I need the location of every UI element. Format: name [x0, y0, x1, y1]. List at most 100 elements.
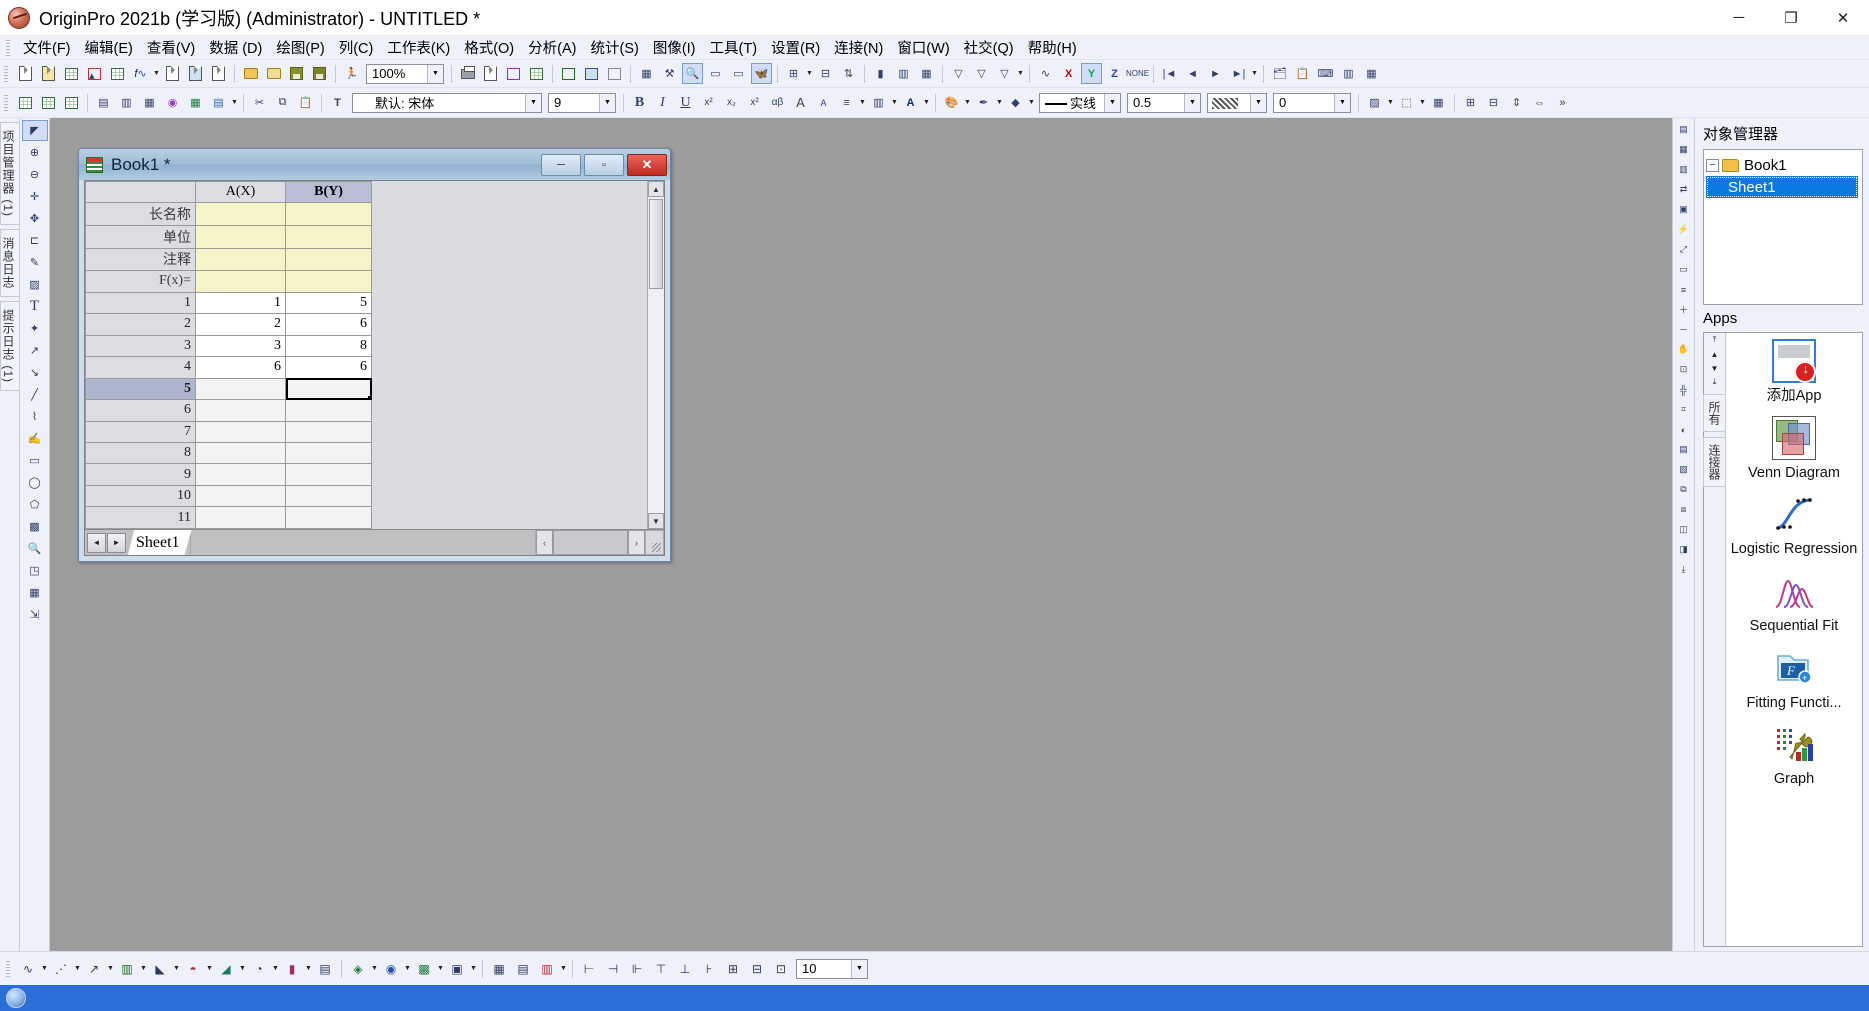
statistics-plot-dropdown[interactable]: ▼	[559, 958, 568, 979]
line-plot-dropdown[interactable]: ▼	[40, 958, 49, 979]
clear-worksheet-icon[interactable]: ▦	[636, 63, 657, 84]
increase-font-button[interactable]: A	[790, 92, 811, 113]
stats-rows-icon[interactable]: ⊟	[815, 63, 836, 84]
menu-preferences[interactable]: 设置(R)	[764, 36, 827, 59]
cell-b3[interactable]: 8	[285, 334, 372, 358]
align-center-icon[interactable]: ⊣	[602, 958, 624, 980]
menu-tools[interactable]: 工具(T)	[703, 36, 765, 59]
fill-color-icon[interactable]: 🎨	[941, 92, 962, 113]
line-width-dropdown-arrow[interactable]: ▼	[1184, 93, 1200, 112]
cell-b10[interactable]	[285, 484, 372, 508]
menu-column[interactable]: 列(C)	[332, 36, 381, 59]
new-legend-icon[interactable]: ▭	[1674, 260, 1693, 279]
import-wizard-icon[interactable]	[526, 63, 547, 84]
copy-icon[interactable]: ⧉	[272, 92, 293, 113]
project-explorer-icon[interactable]: 🗂	[1269, 63, 1290, 84]
worksheet-mode-icon[interactable]	[15, 92, 36, 113]
object-manager-tree[interactable]: − Book1 Sheet1	[1703, 149, 1863, 305]
stack-icon[interactable]: ⧉	[1674, 480, 1693, 499]
results-log-icon[interactable]: 📋	[1292, 63, 1313, 84]
align-right-icon[interactable]: ⊩	[626, 958, 648, 980]
screen-reader-tool[interactable]: ✥	[22, 208, 48, 229]
area-dropdown[interactable]: ▼	[172, 958, 181, 979]
add-layer-icon[interactable]: ▤	[1674, 120, 1693, 139]
menu-social[interactable]: 社交(Q)	[957, 36, 1021, 59]
cell-a8[interactable]	[195, 441, 286, 465]
font-name-dropdown-arrow[interactable]: ▼	[525, 93, 541, 112]
stats-columns-dropdown[interactable]: ▼	[805, 63, 814, 84]
comments-a-cell[interactable]	[195, 247, 286, 272]
polyline-tool[interactable]: ⌇	[22, 406, 48, 427]
font-name-combo[interactable]: 默认: 宋体 ▼	[352, 92, 542, 113]
column-plot-icon[interactable]: ▥	[893, 63, 914, 84]
palette-icon[interactable]: ▦	[185, 92, 206, 113]
cell-a10[interactable]	[195, 484, 286, 508]
rescale-layers-icon[interactable]: ⤢	[1674, 240, 1693, 259]
row-header-7[interactable]: 7	[85, 420, 196, 444]
duplicate-icon[interactable]: ⧈	[1674, 500, 1693, 519]
x-function-icon[interactable]: X	[1058, 63, 1079, 84]
row-header-11[interactable]: 11	[85, 506, 196, 529]
circle-tool[interactable]: ◯	[22, 472, 48, 493]
project-explorer-tab[interactable]: 项目管理器 (1)	[0, 122, 19, 225]
new-workbook-icon[interactable]	[61, 63, 82, 84]
align-center-v-icon[interactable]: ⇕	[1506, 92, 1527, 113]
masking-icon[interactable]: ◫	[1674, 520, 1693, 539]
apps-tab-all[interactable]: 所有	[1703, 394, 1726, 432]
curved-arrow-tool[interactable]: ↘	[22, 362, 48, 383]
text-color-icon[interactable]: A	[900, 92, 921, 113]
add-legend-icon[interactable]: ▥	[116, 92, 137, 113]
line-color-icon[interactable]: ✒	[973, 92, 994, 113]
menu-plot[interactable]: 绘图(P)	[269, 36, 331, 59]
apps-scroll-down-button[interactable]: ▼	[1711, 361, 1719, 375]
misc-dropdown[interactable]: ▼	[304, 958, 313, 979]
new-folder-icon[interactable]	[38, 63, 59, 84]
paste-icon[interactable]: 📋	[295, 92, 316, 113]
save-project-icon[interactable]	[286, 63, 307, 84]
text-tool[interactable]: T	[22, 296, 48, 317]
subscript-button[interactable]: x₂	[721, 92, 742, 113]
cell-a11[interactable]	[195, 506, 286, 529]
worksheet-vertical-scrollbar[interactable]: ▲ ▼	[647, 181, 664, 529]
line-tool[interactable]: ╱	[22, 384, 48, 405]
align-middle-icon[interactable]: ⊥	[674, 958, 696, 980]
cell-b4[interactable]: 6	[285, 356, 372, 379]
formula-a-cell[interactable]	[195, 270, 286, 293]
matrix-mode-icon[interactable]	[38, 92, 59, 113]
cell-a4[interactable]: 6	[195, 356, 286, 379]
zoom-dropdown-arrow[interactable]: ▼	[427, 64, 443, 83]
cell-b9[interactable]	[285, 463, 372, 486]
tree-node-book1[interactable]: − Book1	[1706, 154, 1860, 176]
group-icon[interactable]: ⊡	[770, 958, 792, 980]
gradient-icon[interactable]: ▤	[208, 92, 229, 113]
apps-scroll-area[interactable]: ↓ 添加App Venn Diagram Logistic Regression…	[1726, 333, 1862, 946]
symbol-color-icon[interactable]: ◆	[1005, 92, 1026, 113]
image-plot-icon[interactable]: ▦	[488, 958, 510, 980]
arrow-tool[interactable]: ↗	[22, 340, 48, 361]
tree-node-sheet1[interactable]: Sheet1	[1706, 176, 1858, 198]
sheet-next-button[interactable]: ►	[107, 532, 126, 553]
cell-b8[interactable]	[285, 441, 372, 465]
wizard-tool[interactable]: ✦	[22, 318, 48, 339]
pattern-icon[interactable]: ▥	[868, 92, 889, 113]
zoom-region-tool[interactable]: 🔍	[22, 538, 48, 559]
statistics-plot-icon[interactable]: ▥	[536, 958, 558, 980]
multi-curve-dropdown[interactable]: ▼	[238, 958, 247, 979]
copy-columns-icon[interactable]: ⚒	[659, 63, 680, 84]
export-graph-icon[interactable]: ⤓	[1674, 560, 1693, 579]
worksheet-blank-area[interactable]	[372, 181, 647, 529]
decrease-font-button[interactable]: A	[813, 92, 834, 113]
template-library-icon[interactable]: ▤	[314, 958, 336, 980]
underline-button[interactable]: U	[675, 92, 696, 113]
3d-bar-icon[interactable]: ▩	[413, 958, 435, 980]
filter-icon[interactable]: ▽	[948, 63, 969, 84]
import-single-ascii-icon[interactable]	[558, 63, 579, 84]
workbook-window[interactable]: Book1 * ─ ▫ ✕ A(X) B(Y) 长名称 单位 注释 F(x)= …	[78, 148, 671, 562]
add-text-icon[interactable]: ▤	[93, 92, 114, 113]
graph-mode-icon[interactable]	[61, 92, 82, 113]
fit-linear-icon[interactable]: ∿	[1035, 63, 1056, 84]
row-header-6[interactable]: 6	[85, 399, 196, 422]
app-graph[interactable]: Graph	[1726, 722, 1862, 788]
color-map-icon[interactable]: ▧	[1674, 460, 1693, 479]
rectangle-tool[interactable]: ▭	[22, 450, 48, 471]
